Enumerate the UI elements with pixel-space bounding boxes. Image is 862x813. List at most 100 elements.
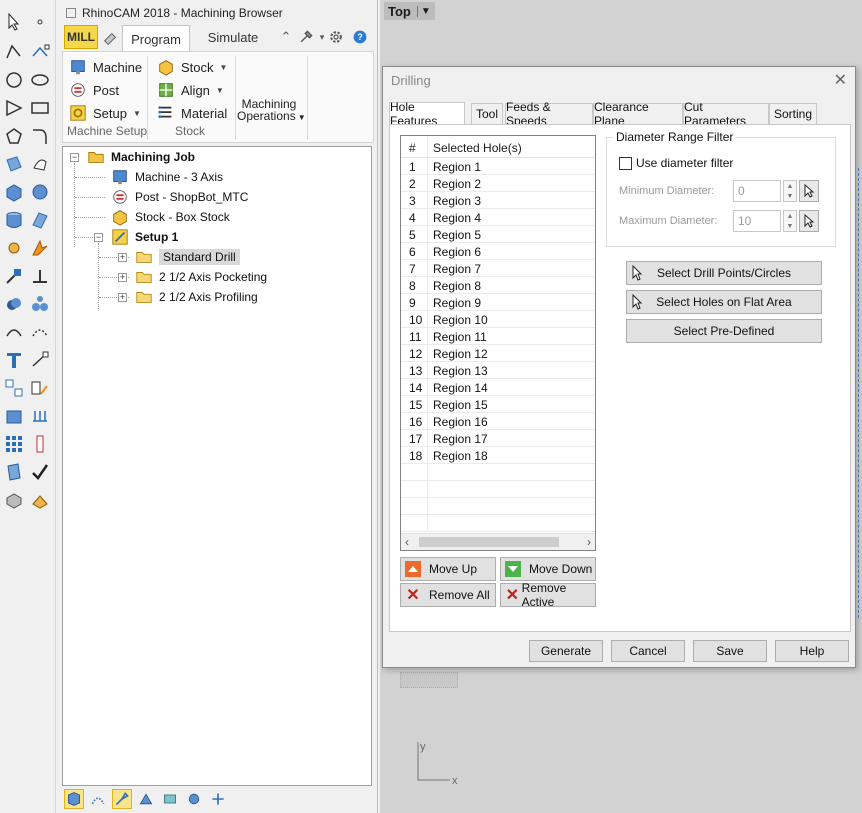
move-up-button[interactable]: Move Up <box>400 557 496 581</box>
material-button[interactable]: Material <box>157 102 227 124</box>
list-item[interactable]: 17 Region 17 <box>401 430 595 447</box>
machining-operations-button[interactable]: Machining Operations ▼ <box>237 98 306 124</box>
max-diameter-field[interactable]: 10 <box>733 210 781 232</box>
expand-toggle[interactable]: + <box>118 293 127 302</box>
tree-node-post[interactable]: Post - ShopBot_MTC <box>111 188 248 206</box>
min-diameter-field[interactable]: 0 <box>733 180 781 202</box>
rectangle-icon[interactable] <box>28 96 52 120</box>
simulation-icon[interactable] <box>136 789 156 809</box>
list-item[interactable]: 6 Region 6 <box>401 243 595 260</box>
list-item[interactable]: 1 Region 1 <box>401 158 595 175</box>
paint-icon[interactable] <box>28 488 52 512</box>
tab-sorting[interactable]: Sorting <box>769 103 817 124</box>
triangle-icon[interactable] <box>2 96 26 120</box>
dimension-icon[interactable] <box>28 348 52 372</box>
tree-node-machining-job[interactable]: Machining Job <box>87 148 195 166</box>
tab-mill[interactable]: MILL <box>64 25 98 49</box>
list-item[interactable]: 2 Region 2 <box>401 175 595 192</box>
point-icon[interactable] <box>28 10 52 34</box>
tab-program[interactable]: Program <box>122 25 190 52</box>
pin-icon[interactable] <box>66 8 76 18</box>
column-header-num[interactable]: # <box>409 141 416 155</box>
pick-min-diameter-button[interactable] <box>799 180 819 202</box>
settings-gear-icon[interactable] <box>328 29 344 45</box>
expand-toggle[interactable]: + <box>118 253 127 262</box>
snap-icon[interactable] <box>28 432 52 456</box>
tree-node-machine[interactable]: Machine - 3 Axis <box>111 168 223 186</box>
collapse-toggle[interactable]: − <box>94 233 103 242</box>
viewport-dropdown-icon[interactable]: ▼ <box>416 5 431 17</box>
text-icon[interactable] <box>2 348 26 372</box>
analyze-icon[interactable] <box>2 460 26 484</box>
align-button[interactable]: Align ▼ <box>157 79 224 101</box>
tab-feeds-speeds[interactable]: Feeds & Speeds <box>505 100 593 128</box>
machining-job-view-icon[interactable] <box>64 789 84 809</box>
tab-clearance-plane[interactable]: Clearance Plane <box>593 100 683 128</box>
machine-button[interactable]: Machine <box>69 56 142 78</box>
list-item[interactable]: 9 Region 9 <box>401 294 595 311</box>
tree-node-operation[interactable]: Standard Drill <box>135 248 240 266</box>
select-holes-flat-area-button[interactable]: Select Holes on Flat Area <box>626 290 822 314</box>
stock-button[interactable]: Stock ▼ <box>157 56 227 78</box>
trim-icon[interactable] <box>2 264 26 288</box>
list-item[interactable]: 16 Region 16 <box>401 413 595 430</box>
select-pointer-icon[interactable] <box>2 10 26 34</box>
post-button[interactable]: Post <box>69 79 119 101</box>
sphere-solid-icon[interactable] <box>28 180 52 204</box>
ellipse-icon[interactable] <box>28 68 52 92</box>
help-icon[interactable]: ? <box>352 29 368 45</box>
close-icon[interactable]: ✕ <box>834 70 847 90</box>
horizontal-scrollbar[interactable]: ‹ › <box>401 533 595 550</box>
solid-box-icon[interactable] <box>2 404 26 428</box>
select-pre-defined-button[interactable]: Select Pre-Defined <box>626 319 822 343</box>
save-button[interactable]: Save <box>693 640 767 662</box>
remove-active-button[interactable]: ✕ Remove Active <box>500 581 596 609</box>
list-item[interactable]: 18 Region 18 <box>401 447 595 464</box>
boolean-split-icon[interactable] <box>28 292 52 316</box>
extrude-icon[interactable] <box>28 404 52 428</box>
checkbox-box[interactable] <box>619 156 632 170</box>
array-icon[interactable] <box>2 432 26 456</box>
list-item[interactable]: 4 Region 4 <box>401 209 595 226</box>
list-item[interactable]: 14 Region 14 <box>401 379 595 396</box>
divide-curve-icon[interactable] <box>28 320 52 344</box>
cancel-button[interactable]: Cancel <box>611 640 685 662</box>
move-down-button[interactable]: Move Down <box>500 557 596 581</box>
cylinder-icon[interactable] <box>2 208 26 232</box>
hammer-icon[interactable] <box>298 29 314 45</box>
polygon-icon[interactable] <box>2 124 26 148</box>
scroll-right-icon[interactable]: › <box>587 535 591 549</box>
collapse-toggle[interactable]: − <box>70 153 79 162</box>
max-diameter-spinner[interactable]: ▲ ▼ <box>783 210 797 232</box>
tree-node-stock[interactable]: Stock - Box Stock <box>111 208 230 226</box>
scroll-left-icon[interactable]: ‹ <box>405 535 409 549</box>
list-item[interactable]: 15 Region 15 <box>401 396 595 413</box>
tree-node-setup[interactable]: Setup 1 <box>111 228 178 246</box>
toolpath-icon[interactable] <box>88 789 108 809</box>
tool-library-icon[interactable] <box>112 789 132 809</box>
min-diameter-spinner[interactable]: ▲ ▼ <box>783 180 797 202</box>
mill-options-icon[interactable] <box>100 27 120 51</box>
list-item[interactable]: 8 Region 8 <box>401 277 595 294</box>
list-item[interactable]: 11 Region 11 <box>401 328 595 345</box>
list-item[interactable]: 10 Region 10 <box>401 311 595 328</box>
polyline-icon[interactable] <box>2 40 26 64</box>
boolean-union-icon[interactable] <box>2 292 26 316</box>
fixture-icon[interactable] <box>184 789 204 809</box>
mesh-icon[interactable] <box>28 208 52 232</box>
list-item[interactable]: 3 Region 3 <box>401 192 595 209</box>
group-icon[interactable] <box>2 376 26 400</box>
remove-all-button[interactable]: ✕ Remove All <box>400 583 496 607</box>
selected-holes-list[interactable]: # Selected Hole(s) 1 Region 1 2 Region 2 3 Re… <box>400 135 596 551</box>
list-item[interactable]: 7 Region 7 <box>401 260 595 277</box>
help-button[interactable]: Help <box>775 640 849 662</box>
properties-icon[interactable] <box>208 789 228 809</box>
collapse-ribbon-icon[interactable]: ⌃ <box>278 29 294 45</box>
explode-icon[interactable] <box>28 236 52 260</box>
tab-simulate[interactable]: Simulate <box>202 25 264 49</box>
scrollbar-thumb[interactable] <box>419 537 559 547</box>
tree-node-operation[interactable]: 2 1/2 Axis Profiling <box>135 288 258 306</box>
viewport-tab[interactable]: Top ▼ <box>384 2 435 20</box>
box-solid-icon[interactable] <box>2 180 26 204</box>
setup-button[interactable]: Setup ▼ <box>69 102 141 124</box>
